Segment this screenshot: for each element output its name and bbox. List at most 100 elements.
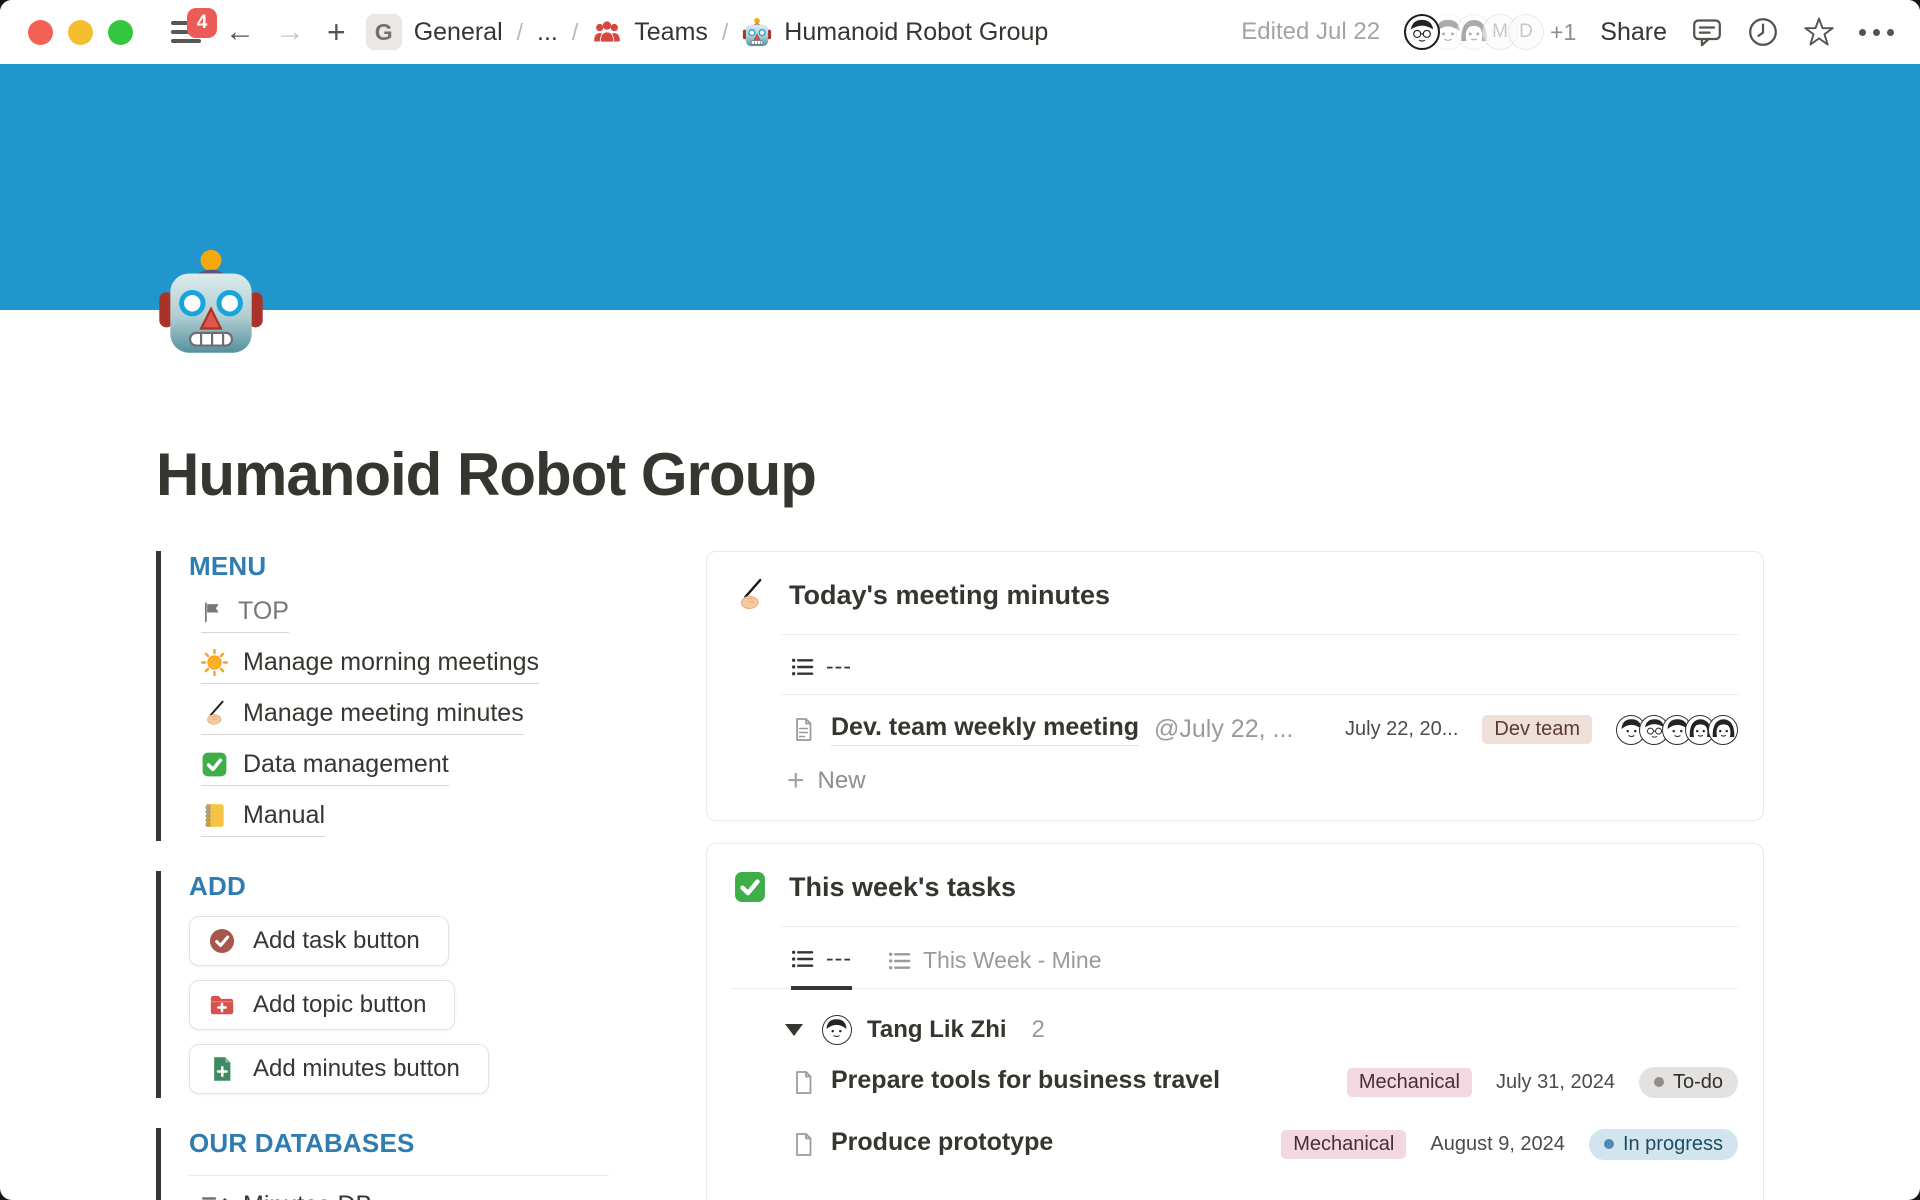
zoom-button[interactable]: [108, 20, 133, 45]
menu-item-meeting-minutes[interactable]: Manage meeting minutes: [189, 699, 636, 735]
task-row[interactable]: Prepare tools for business travel Mechan…: [707, 1051, 1763, 1113]
add-button-label: Add topic button: [253, 991, 426, 1019]
meeting-row[interactable]: Dev. team weekly meeting @July 22, ... J…: [707, 695, 1763, 752]
forward-arrow-icon[interactable]: →: [275, 17, 305, 47]
breadcrumb: G General / ... / Teams / Humanoid Robot…: [366, 14, 1049, 50]
task-check-icon: [208, 927, 236, 955]
menu-heading: MENU: [189, 551, 636, 582]
add-minutes-button[interactable]: Add minutes button: [189, 1044, 489, 1094]
breadcrumb-teams[interactable]: Teams: [634, 18, 708, 47]
menu-item-top[interactable]: TOP: [189, 597, 636, 633]
add-button-label: Add task button: [253, 927, 420, 955]
team-tag: Dev team: [1482, 715, 1592, 744]
category-tag: Mechanical: [1347, 1068, 1472, 1097]
green-check-icon: [201, 751, 228, 778]
meeting-minutes-card: Today's meeting minutes --- Dev. team we…: [706, 551, 1764, 821]
menu-item-label: TOP: [238, 597, 289, 626]
minimize-button[interactable]: [68, 20, 93, 45]
comments-icon[interactable]: [1691, 16, 1723, 48]
writing-hand-icon: [733, 578, 767, 612]
ledger-icon: [201, 802, 228, 829]
avatar[interactable]: [1404, 14, 1440, 50]
list-pencil-icon: [201, 1192, 228, 1200]
flag-icon: [201, 601, 223, 623]
collapse-caret-icon[interactable]: [785, 1024, 803, 1036]
page-cover: [0, 64, 1920, 310]
left-column: MENU TOP Manage morning meetings: [156, 551, 636, 1200]
new-tab-icon[interactable]: +: [327, 16, 346, 48]
card-header: This week's tasks: [707, 844, 1763, 926]
add-topic-button[interactable]: Add topic button: [189, 980, 455, 1030]
edited-timestamp: Edited Jul 22: [1241, 18, 1380, 46]
task-title: Prepare tools for business travel: [831, 1066, 1220, 1098]
menu-item-label: Manage meeting minutes: [243, 699, 524, 728]
menu-item-data-management[interactable]: Data management: [189, 750, 636, 786]
document-icon: [791, 1132, 816, 1157]
green-check-icon: [733, 870, 767, 904]
task-row[interactable]: Produce prototype Mechanical August 9, 2…: [707, 1113, 1763, 1175]
assignee-name: Tang Lik Zhi: [867, 1016, 1007, 1044]
menu-item-manual[interactable]: Manual: [189, 801, 636, 837]
new-label: New: [818, 767, 866, 795]
notion-window: 4 ← → + G General / ... / Teams / Humano…: [0, 0, 1920, 1200]
add-section: ADD Add task button Add topic button Add…: [156, 871, 636, 1098]
status-label: To-do: [1673, 1071, 1723, 1094]
databases-heading: OUR DATABASES: [189, 1128, 636, 1159]
avatar-overflow-count[interactable]: +1: [1550, 19, 1576, 46]
notification-badge: 4: [187, 8, 217, 38]
status-dot-icon: [1604, 1139, 1614, 1149]
menu-item-label: Data management: [243, 750, 449, 779]
page-icon-robot[interactable]: [156, 246, 266, 356]
share-button[interactable]: Share: [1600, 18, 1667, 47]
avatar-letter[interactable]: D: [1508, 14, 1544, 50]
group-count: 2: [1032, 1016, 1045, 1044]
breadcrumb-root[interactable]: General: [414, 18, 503, 47]
databases-section: OUR DATABASES Minutes DB: [156, 1128, 636, 1200]
tab-this-week-mine[interactable]: This Week - Mine: [888, 947, 1102, 988]
more-options-icon[interactable]: [1859, 29, 1894, 36]
meeting-date-cell: July 22, 20...: [1345, 718, 1458, 741]
status-badge: In progress: [1589, 1129, 1738, 1160]
database-item-minutes-db[interactable]: Minutes DB: [189, 1191, 636, 1200]
document-icon: [791, 717, 816, 742]
page-title[interactable]: Humanoid Robot Group: [156, 440, 1764, 509]
avatar: [1708, 715, 1738, 745]
history-clock-icon[interactable]: [1747, 16, 1779, 48]
new-row-button[interactable]: + New: [707, 752, 1763, 820]
menu-item-label: Manage morning meetings: [243, 648, 539, 677]
close-button[interactable]: [28, 20, 53, 45]
card-header: Today's meeting minutes: [707, 552, 1763, 634]
breadcrumb-page[interactable]: Humanoid Robot Group: [784, 18, 1048, 47]
due-date: August 9, 2024: [1430, 1133, 1565, 1156]
page-content: Humanoid Robot Group MENU TOP: [0, 310, 1920, 1200]
document-icon: [791, 1070, 816, 1095]
right-column: Today's meeting minutes --- Dev. team we…: [706, 551, 1764, 1200]
assignee-group-row[interactable]: Tang Lik Zhi 2: [707, 989, 1763, 1051]
back-arrow-icon[interactable]: ←: [225, 17, 255, 47]
titlebar: 4 ← → + G General / ... / Teams / Humano…: [0, 0, 1920, 64]
divider: [189, 1175, 609, 1176]
traffic-lights: [28, 20, 133, 45]
workspace-icon[interactable]: G: [366, 14, 402, 50]
menu-item-morning-meetings[interactable]: Manage morning meetings: [189, 648, 636, 684]
tab-default-view[interactable]: ---: [791, 945, 852, 990]
tab-default-view[interactable]: ---: [791, 653, 852, 694]
card-title: This week's tasks: [789, 872, 1016, 903]
teams-icon: [592, 18, 622, 46]
assignee-avatar: [822, 1015, 852, 1045]
status-label: In progress: [1623, 1133, 1723, 1156]
favorite-star-icon[interactable]: [1803, 16, 1835, 48]
menu-section: MENU TOP Manage morning meetings: [156, 551, 636, 841]
tab-label: ---: [826, 653, 852, 680]
plus-icon: +: [787, 766, 805, 796]
category-tag: Mechanical: [1281, 1130, 1406, 1159]
breadcrumb-collapsed[interactable]: ...: [537, 18, 558, 47]
attendee-avatars: [1616, 715, 1738, 745]
sidebar-toggle-icon[interactable]: 4: [171, 17, 205, 47]
meeting-title: Dev. team weekly meeting: [831, 713, 1139, 746]
add-task-button[interactable]: Add task button: [189, 916, 449, 966]
presence-avatars: M D +1: [1404, 14, 1576, 50]
task-title: Produce prototype: [831, 1128, 1053, 1160]
breadcrumb-separator: /: [720, 19, 730, 46]
tab-label: This Week - Mine: [923, 947, 1102, 974]
